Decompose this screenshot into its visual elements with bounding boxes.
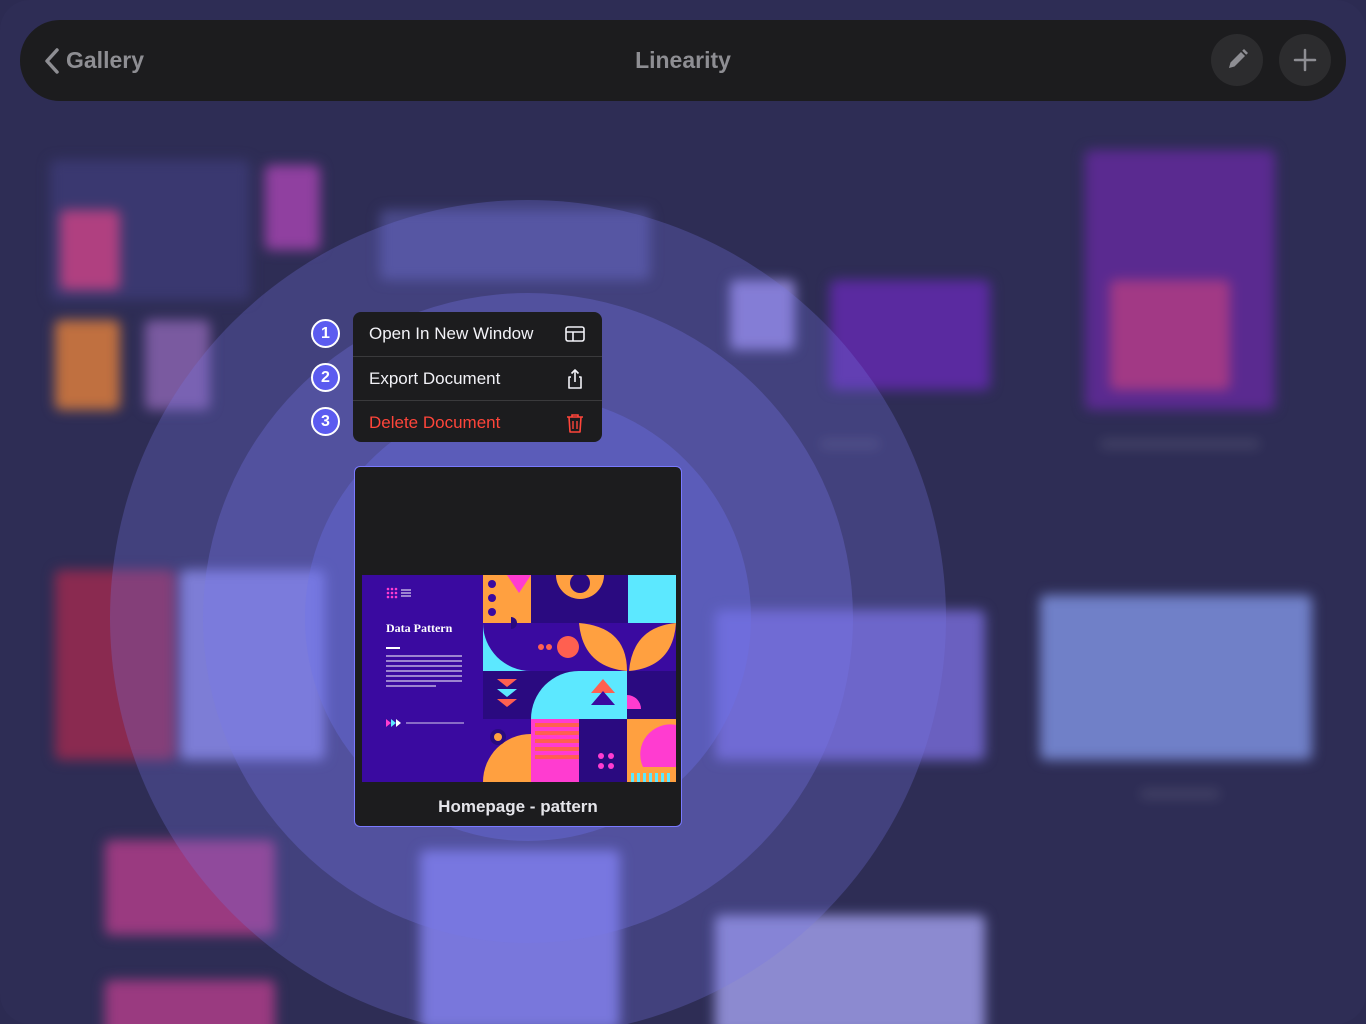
share-icon — [568, 369, 582, 389]
grid-dots-icon — [386, 587, 411, 599]
arrows-decoration — [386, 719, 464, 727]
pattern-graphic — [483, 575, 676, 782]
menu-item-label: Open In New Window — [369, 324, 534, 343]
gallery-thumbnail[interactable] — [55, 320, 120, 410]
back-button-label: Gallery — [66, 47, 144, 73]
gallery-thumbnail[interactable] — [1110, 280, 1230, 390]
artwork-title: Data Pattern — [386, 621, 453, 635]
menu-item-label: Export Document — [369, 368, 501, 388]
chevron-left-icon — [45, 47, 59, 74]
gallery-thumbnail[interactable] — [60, 210, 120, 290]
menu-item-delete-document[interactable]: Delete Document — [353, 400, 602, 442]
context-menu: Open In New Window Export Document Delet… — [353, 312, 602, 442]
top-navigation-bar: Gallery Linearity — [20, 20, 1346, 101]
document-name: Homepage - pattern — [438, 797, 598, 816]
document-preview-card[interactable]: Data Pattern Homepage - pattern — [354, 466, 682, 827]
gallery-thumbnail[interactable] — [105, 980, 275, 1024]
document-thumbnail: Data Pattern — [362, 575, 676, 782]
pencil-icon — [1229, 49, 1248, 68]
trash-icon — [567, 414, 583, 433]
step-badge-3: 3 — [311, 407, 340, 436]
gallery-thumbnail[interactable] — [1040, 595, 1312, 760]
menu-item-label: Delete Document — [369, 412, 501, 432]
edit-button[interactable] — [1211, 34, 1263, 86]
artwork-body-text — [386, 647, 462, 690]
app-frame: Gallery Linearity 1 2 3 Open In New Wind… — [0, 0, 1366, 1024]
add-button[interactable] — [1279, 34, 1331, 86]
step-badge-2: 2 — [311, 363, 340, 392]
document-title: Linearity — [635, 47, 731, 73]
gallery-thumbnail[interactable] — [265, 165, 320, 250]
step-badge-1: 1 — [311, 319, 340, 348]
menu-item-export-document[interactable]: Export Document — [353, 356, 602, 400]
plus-icon — [1293, 48, 1317, 72]
menu-item-open-in-new-window[interactable]: Open In New Window — [353, 312, 602, 356]
back-button[interactable]: Gallery — [42, 20, 144, 101]
window-layout-icon — [565, 326, 585, 342]
